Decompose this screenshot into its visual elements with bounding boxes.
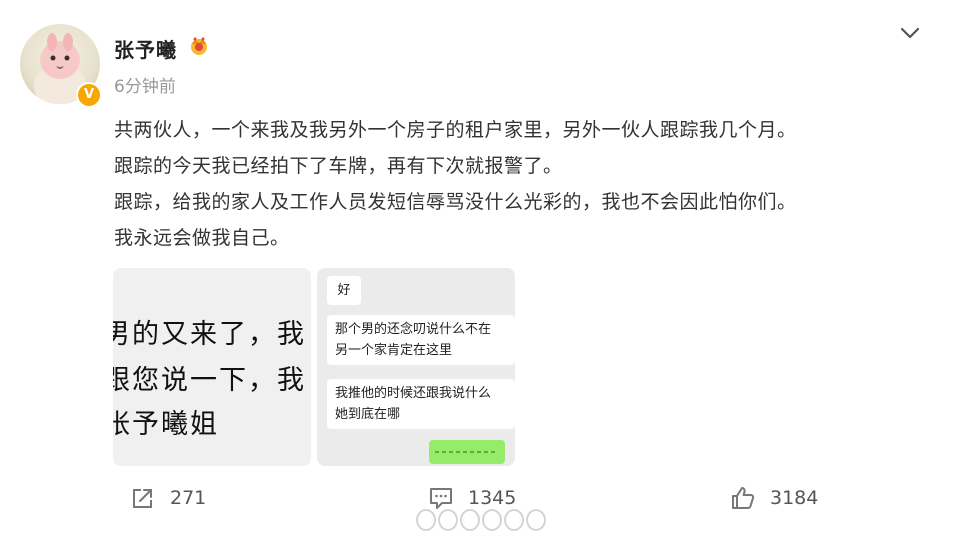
thumbs-up-icon <box>732 487 755 509</box>
post-text-line: 共两伙人，一个来我及我另外一个房子的租户家里，另外一伙人跟踪我几个月。 <box>114 119 797 141</box>
chat-bubble-text: 她到底在哪 <box>335 407 401 422</box>
post-image-1[interactable]: 男的又来了，我 跟您说一下，我 张予曦姐 <box>113 268 311 466</box>
chat-bubble-text: 我推他的时候还跟我说什么 <box>335 386 492 401</box>
like-button[interactable]: 3184 <box>730 482 818 514</box>
post-text-line: 我永远会做我自己。 <box>114 227 290 249</box>
post-image-2[interactable]: 好 那个男的还念叨说什么不在 另一个家肯定在这里 我推他的时候还跟我说什么 她到… <box>317 268 515 466</box>
chat-bubble-text: 那个男的还念叨说什么不在 <box>335 322 492 337</box>
like-count: 3184 <box>770 487 819 509</box>
chat-bubble: 好 <box>327 276 361 305</box>
image-text-line: 男的又来了，我 <box>113 319 306 350</box>
post-timestamp: 6分钟前 <box>114 77 176 97</box>
chat-bubble: 我推他的时候还跟我说什么 她到底在哪 <box>327 379 515 429</box>
weibo-post: V 张予曦 6分钟前 共两伙人，一个来我及我另外一个房子的租户家里，另外一伙人跟… <box>0 0 954 542</box>
post-text: 共两伙人，一个来我及我另外一个房子的租户家里，另外一伙人跟踪我几个月。 跟踪的今… <box>114 112 934 256</box>
verified-badge-icon: V <box>76 82 102 108</box>
chat-bubble: 那个男的还念叨说什么不在 另一个家肯定在这里 <box>327 315 515 365</box>
image-text-line: 跟您说一下，我 <box>113 365 306 396</box>
repost-button[interactable]: 271 <box>130 482 206 514</box>
chevron-down-icon[interactable] <box>898 22 922 44</box>
chat-bubble-text: 好 <box>337 283 351 298</box>
repost-count: 271 <box>170 487 207 509</box>
post-text-line: 跟踪，给我的家人及工作人员发短信辱骂没什么光彩的，我也不会因此怕你们。 <box>114 191 797 213</box>
watermark <box>416 506 546 534</box>
image-text-line: 张予曦姐 <box>113 409 219 440</box>
username[interactable]: 张予曦 <box>114 34 177 63</box>
repost-icon <box>133 489 152 508</box>
chat-bubble-green <box>429 440 505 464</box>
chat-bubble-text: 另一个家肯定在这里 <box>335 343 453 358</box>
post-text-line: 跟踪的今天我已经拍下了车牌，再有下次就报警了。 <box>114 155 563 177</box>
crown-icon[interactable] <box>188 35 210 55</box>
